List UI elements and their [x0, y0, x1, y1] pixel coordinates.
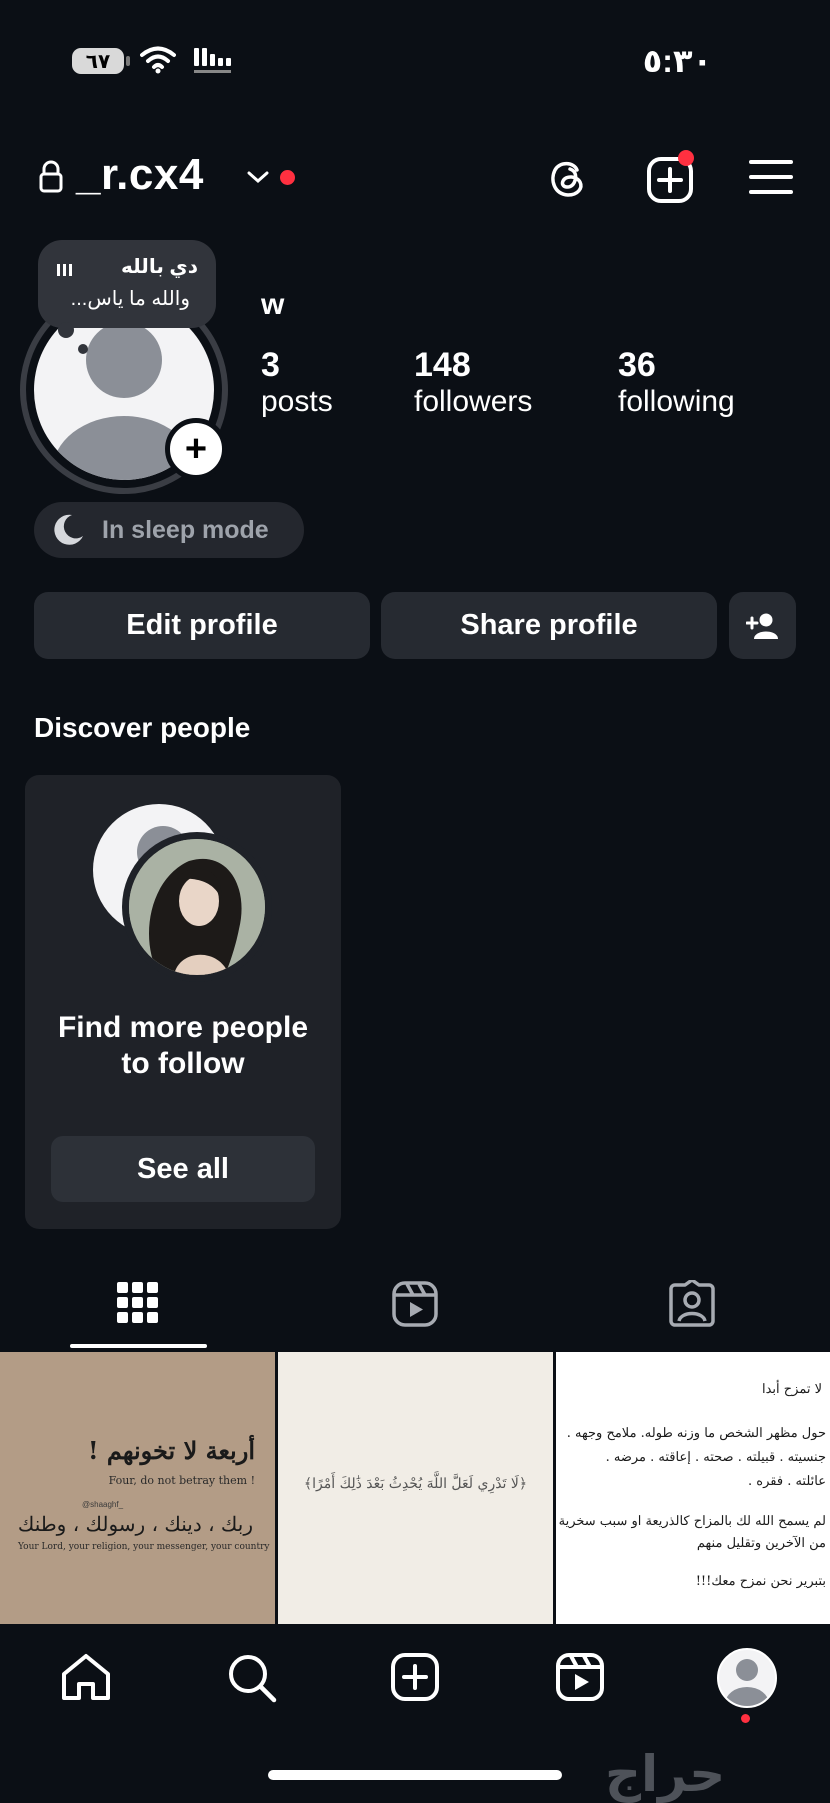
followers-label: followers: [414, 385, 533, 418]
following-label: following: [618, 385, 735, 418]
active-tab-indicator: [70, 1344, 207, 1348]
display-name: w: [261, 288, 285, 321]
post-verse: ﴿لَا تَدْرِي لَعَلَّ اللَّهَ يُحْدِثُ بَ…: [303, 1476, 528, 1492]
post-text-line: من الآخرين وتقليل منهم: [696, 1536, 826, 1551]
post-thumbnail[interactable]: ﴿لَا تَدْرِي لَعَلَّ اللَّهَ يُحْدِثُ بَ…: [278, 1352, 553, 1624]
sleep-mode-label: In sleep mode: [102, 515, 269, 544]
post-subtitle: Four, do not betray them !: [108, 1474, 255, 1487]
see-all-button[interactable]: See all: [51, 1136, 315, 1202]
post-line-english: Your Lord, your religion, your messenger…: [18, 1542, 270, 1552]
add-person-icon: [745, 613, 778, 639]
post-text-line: لا تمزح أبدا: [761, 1382, 822, 1397]
edit-profile-button[interactable]: Edit profile: [34, 592, 370, 659]
post-thumbnail[interactable]: لا تمزح أبدا حول مظهر الشخص ما وزنه طوله…: [556, 1352, 830, 1624]
posts-stat[interactable]: 3 posts: [261, 346, 333, 419]
threads-icon[interactable]: [546, 156, 590, 200]
note-tail-small: [78, 344, 88, 354]
reels-icon[interactable]: [391, 1280, 439, 1328]
post-text-line: حول مظهر الشخص ما وزنه طوله. ملامح وجهه …: [566, 1426, 826, 1441]
find-more-people-text: Find more people to follow: [57, 1011, 309, 1080]
discover-people-title: Discover people: [34, 712, 251, 743]
create-notification-dot: [678, 150, 694, 166]
posts-count: 3: [261, 346, 280, 384]
post-handle: @shaaghf_: [82, 1500, 124, 1509]
profile-nav-avatar[interactable]: [717, 1648, 777, 1708]
wifi-icon: [140, 46, 176, 74]
music-bars-icon: [56, 262, 74, 278]
post-line: ربك ، دينك ، رسولك ، وطنك: [17, 1512, 253, 1536]
discover-people-button[interactable]: [729, 592, 796, 659]
post-text-line: بتبرير نحن نمزح معك!!!: [695, 1574, 826, 1589]
default-avatar-icon: [725, 1659, 769, 1706]
cellular-signal-icon: [194, 48, 231, 73]
notification-dot: [280, 170, 295, 185]
post-text-line: جنسيته . قبيلته . صحته . إعاقته . مرضه .: [605, 1450, 826, 1465]
following-stat[interactable]: 36 following: [618, 346, 735, 419]
post-text-line: لم يسمح الله لك بالمزاح كالذريعة او سبب …: [558, 1514, 826, 1529]
post-title: أربعة لا تخونهم !: [88, 1436, 255, 1465]
note-tail: [58, 322, 74, 338]
person-photo: [129, 839, 265, 975]
clock: ٥:٣٠: [642, 43, 712, 79]
profile-note-bubble[interactable]: دي بالله والله ما ياس...: [38, 240, 216, 328]
tagged-icon[interactable]: [668, 1280, 716, 1328]
chevron-down-icon[interactable]: [246, 168, 270, 186]
note-line-1: دي بالله: [121, 256, 198, 278]
posts-label: posts: [261, 385, 333, 418]
menu-icon[interactable]: [748, 158, 794, 196]
post-thumbnail[interactable]: أربعة لا تخونهم ! Four, do not betray th…: [0, 1352, 275, 1624]
note-line-2: والله ما ياس...: [70, 288, 190, 310]
new-post-icon[interactable]: [390, 1652, 440, 1702]
status-bar: ٦٧ ٥:٣٠: [0, 40, 830, 84]
moon-icon: [54, 514, 83, 545]
search-icon[interactable]: [226, 1652, 278, 1704]
home-indicator: [268, 1770, 562, 1780]
reels-nav-icon[interactable]: [555, 1652, 605, 1702]
username[interactable]: _r.cx4: [76, 150, 204, 200]
followers-stat[interactable]: 148 followers: [414, 346, 532, 419]
lock-icon: [39, 160, 63, 193]
profile-notification-dot: [741, 1714, 750, 1723]
grid-icon[interactable]: [117, 1282, 159, 1324]
suggestion-avatar-photo: [129, 839, 265, 975]
home-icon[interactable]: [60, 1652, 112, 1702]
watermark-logo: حراج: [605, 1745, 726, 1803]
sleep-mode-badge[interactable]: In sleep mode: [34, 502, 304, 558]
followers-count: 148: [414, 346, 471, 384]
following-count: 36: [618, 346, 656, 384]
add-story-button[interactable]: +: [165, 418, 227, 480]
battery-indicator: ٦٧: [72, 48, 130, 74]
share-profile-button[interactable]: Share profile: [381, 592, 717, 659]
post-text-line: عائلته . فقره .: [748, 1474, 826, 1489]
